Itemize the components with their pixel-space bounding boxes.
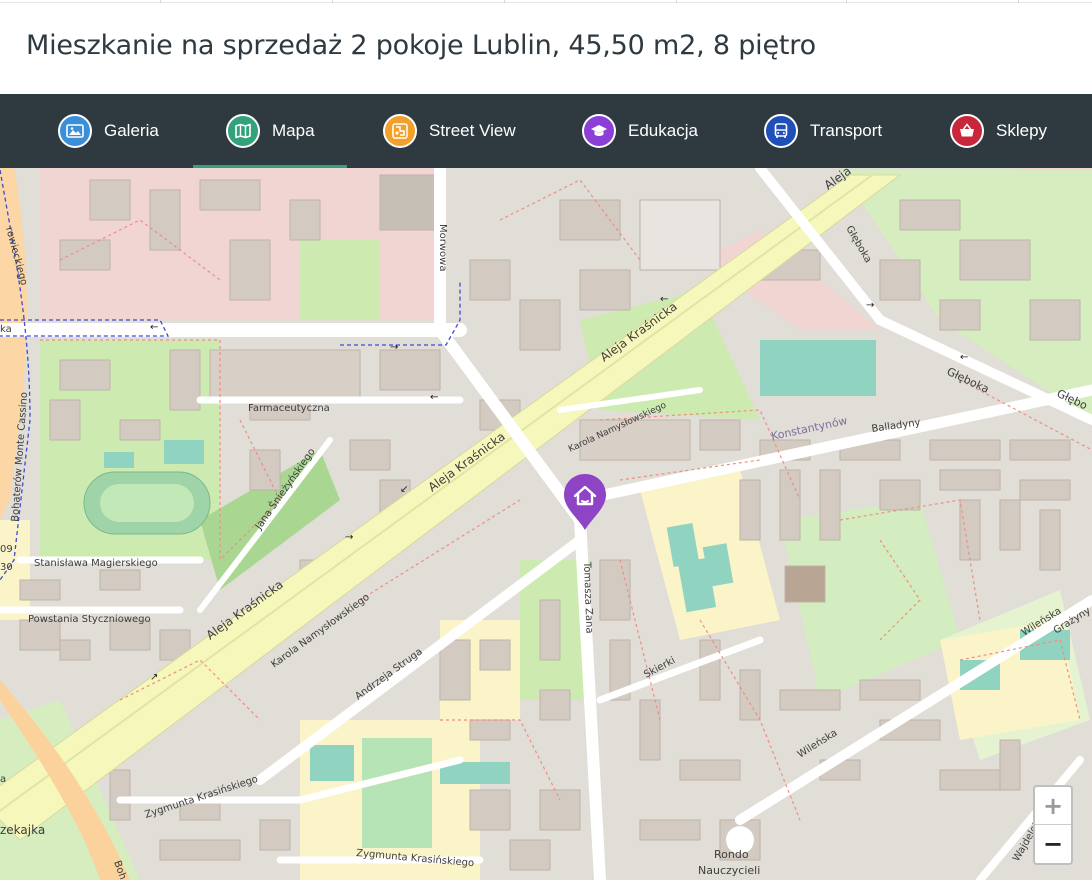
street-label-left-ka: ka (0, 324, 12, 335)
tab-bar: Galeria Mapa Street View Edukacja Transp… (0, 94, 1092, 168)
tab-street-view[interactable]: Street View (383, 94, 516, 168)
place-label-nauczycieli: Nauczycieli (698, 864, 760, 877)
zoom-out-button[interactable]: − (1035, 825, 1071, 863)
sports-pitch (104, 452, 134, 468)
map-icon (226, 114, 260, 148)
zoom-control: + − (1033, 785, 1073, 865)
tab-transport[interactable]: Transport (764, 94, 882, 168)
svg-text:→: → (866, 300, 874, 311)
street-label-farmaceutyczna: Farmaceutyczna (248, 403, 330, 414)
svg-text:←: ← (150, 322, 158, 333)
graduation-cap-icon (582, 114, 616, 148)
street-view-icon (383, 114, 417, 148)
tab-education-label: Edukacja (628, 121, 698, 140)
tab-gallery[interactable]: Galeria (58, 94, 159, 168)
tab-map[interactable]: Mapa (193, 94, 346, 168)
shopping-basket-icon (950, 114, 984, 148)
bus-icon (764, 114, 798, 148)
sports-track-infield (100, 484, 194, 522)
tab-map-label: Mapa (272, 121, 315, 140)
tab-education[interactable]: Edukacja (582, 94, 698, 168)
zoom-in-button[interactable]: + (1035, 787, 1071, 825)
home-marker-icon[interactable] (562, 472, 608, 532)
svg-text:←: ← (960, 352, 968, 363)
street-label-left-a: a (0, 774, 6, 785)
top-strip (0, 0, 1092, 3)
svg-text:→: → (345, 532, 353, 543)
address-number-30: 30 (0, 562, 13, 573)
svg-text:←: ← (430, 392, 438, 403)
street-label-magierskiego: Stanisława Magierskiego (34, 558, 158, 569)
image-icon (58, 114, 92, 148)
sports-pitch (760, 340, 876, 396)
place-label-rondo: Rondo (714, 848, 749, 861)
map-canvas: ←↙→↗ ←←→←→ Aleja Kraśnicka Aleja Kraśnic… (0, 168, 1092, 880)
tab-transport-label: Transport (810, 121, 883, 140)
svg-text:↗: ↗ (150, 672, 158, 683)
place-label-czechowka: zekajka (0, 823, 45, 837)
tab-gallery-label: Galeria (104, 121, 159, 140)
svg-text:↙: ↙ (400, 484, 408, 495)
sports-pitch (310, 745, 354, 781)
street-label-morwowa: Morwowa (437, 224, 448, 271)
listing-title: Mieszkanie na sprzedaż 2 pokoje Lublin, … (26, 30, 816, 61)
park-area (300, 240, 380, 320)
tab-street-view-label: Street View (429, 121, 516, 140)
sports-pitch (362, 738, 432, 848)
tab-shops-label: Sklepy (996, 121, 1048, 140)
tab-shops[interactable]: Sklepy (950, 94, 1047, 168)
svg-text:→: → (390, 342, 398, 353)
sports-pitch (164, 440, 204, 464)
street-label-powstania: Powstania Styczniowego (28, 614, 151, 625)
map-view[interactable]: ← ↙ → ↗ ← ← → ← → Aleja Kraśnicka Aleja Kraśnic… (0, 168, 1092, 880)
address-number-09: 09 (0, 544, 13, 555)
